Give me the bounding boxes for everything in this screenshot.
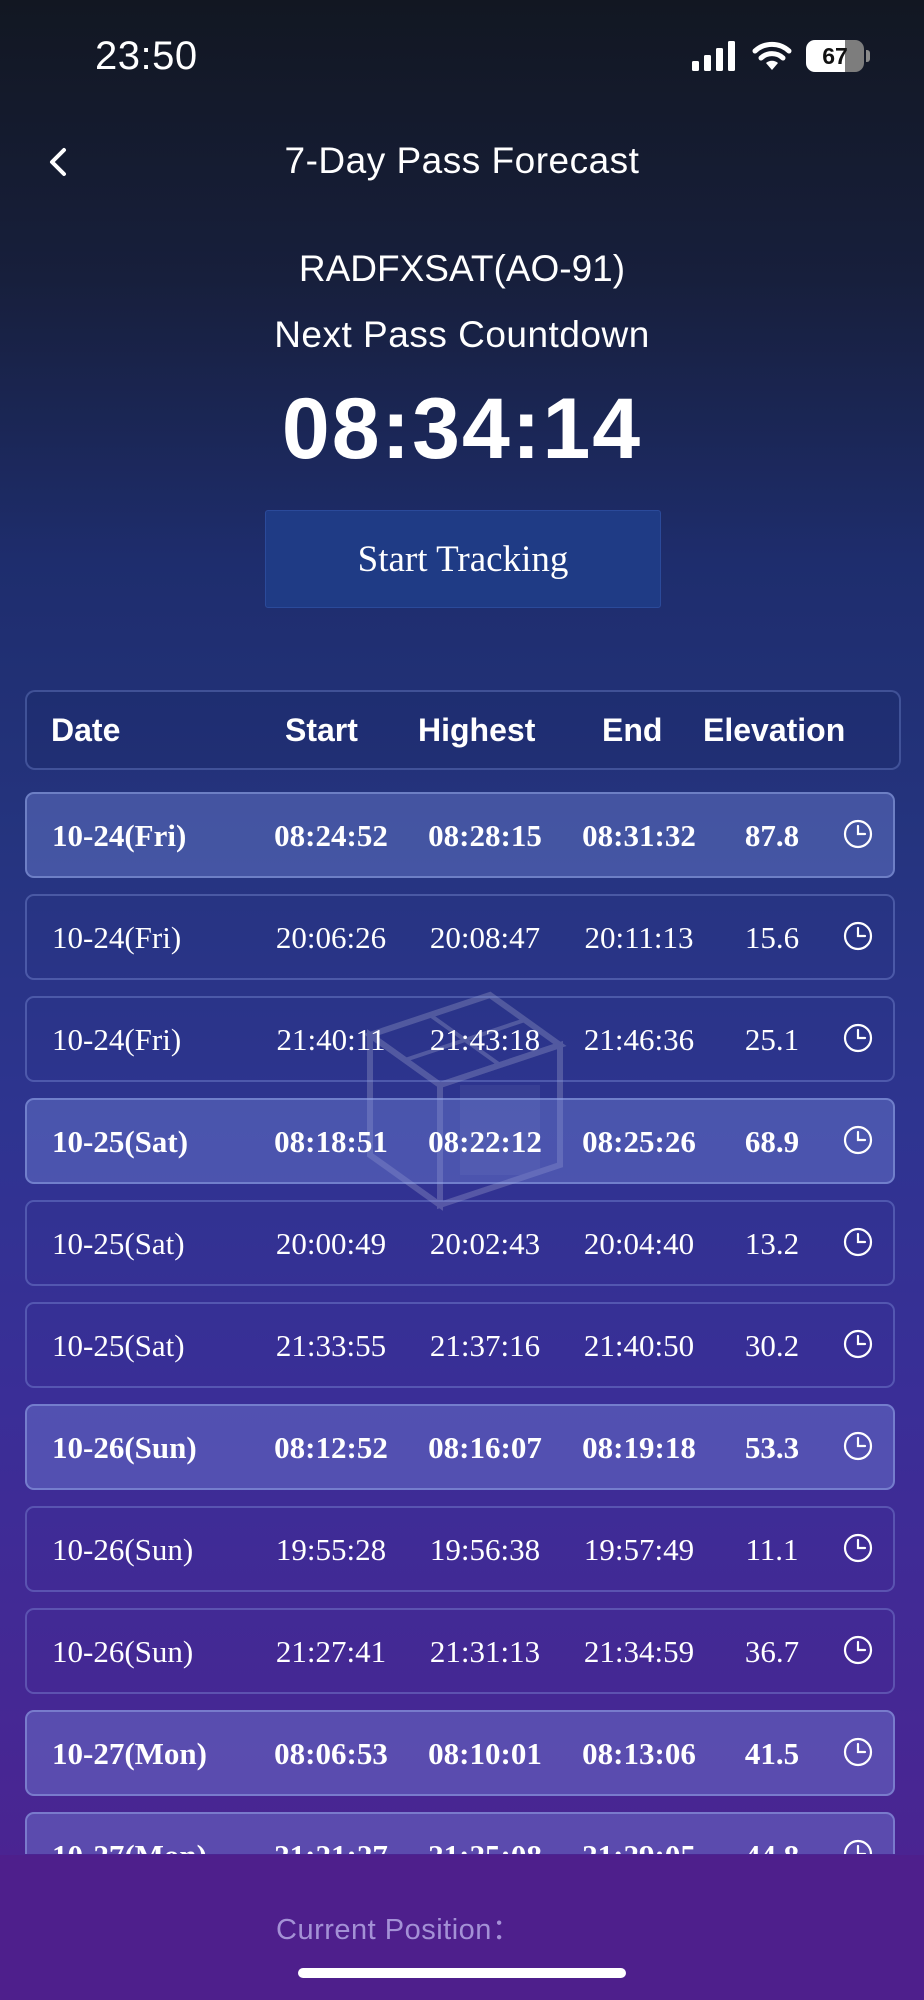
pass-start-time: 19:55:28: [275, 1532, 387, 1567]
pass-start-time: 08:18:51: [274, 1124, 388, 1159]
pass-start-time: 21:40:11: [276, 1022, 386, 1057]
pass-highest-time: 19:56:38: [429, 1532, 541, 1567]
pass-date: 10-25(Sat): [52, 1226, 185, 1261]
pass-start-time: 21:27:41: [275, 1634, 387, 1669]
clock-icon[interactable]: [842, 818, 874, 850]
satellite-name: RADFXSAT(AO-91): [298, 248, 626, 289]
pass-elevation: 36.7: [744, 1634, 800, 1669]
table-row[interactable]: 10-26(Sun) 21:27:41 21:31:13 21:34:59 36.7: [25, 1608, 895, 1694]
clock-icon[interactable]: [842, 1124, 874, 1156]
pass-end-time: 21:46:36: [583, 1022, 695, 1057]
pass-list: 10-24(Fri) 08:24:52 08:28:15 08:31:32 87.8 10…: [25, 792, 899, 1854]
countdown-label: Next Pass Countdown: [274, 314, 650, 355]
pass-end-time: 08:25:26: [582, 1124, 696, 1159]
pass-date: 10-24(Fri): [52, 818, 187, 853]
column-header-elevation: Elevation: [703, 712, 846, 748]
pass-highest-time: 08:28:15: [428, 818, 542, 853]
pass-date: 10-25(Sat): [52, 1328, 185, 1363]
clock-icon[interactable]: [842, 1532, 874, 1564]
pass-start-time: 21:21:27: [266, 1838, 396, 1854]
column-header-end: End: [602, 712, 663, 748]
pass-end-time: 20:11:13: [584, 920, 694, 955]
pass-highest-time: 20:08:47: [429, 920, 541, 955]
column-header-highest: Highest: [418, 712, 536, 748]
pass-date: 10-26(Sun): [52, 1634, 194, 1669]
clock-icon[interactable]: [842, 1022, 874, 1054]
pass-elevation: 15.6: [744, 920, 800, 955]
home-indicator[interactable]: [298, 1968, 626, 1978]
pass-highest-time: 21:31:13: [429, 1634, 541, 1669]
pass-date: 10-26(Sun): [52, 1430, 197, 1465]
table-row[interactable]: 10-26(Sun) 08:12:52 08:16:07 08:19:18 53.3: [25, 1404, 895, 1490]
pass-elevation: 13.2: [744, 1226, 800, 1261]
signal-icon: [692, 41, 735, 71]
table-row[interactable]: 10-24(Fri) 20:06:26 20:08:47 20:11:13 15.6: [25, 894, 895, 980]
pass-highest-time: 21:37:16: [429, 1328, 541, 1363]
clock-icon[interactable]: [842, 1838, 874, 1854]
table-row[interactable]: 10-25(Sat) 08:18:51 08:22:12 08:25:26 68.9: [25, 1098, 895, 1184]
table-row[interactable]: 10-27(Mon) 21:21:27 21:25:08 21:29:05 44.8: [25, 1812, 895, 1854]
page-title: 7-Day Pass Forecast: [284, 140, 640, 181]
pass-elevation: 30.2: [744, 1328, 800, 1363]
pass-date: 10-25(Sat): [52, 1124, 189, 1159]
pass-start-time: 20:00:49: [275, 1226, 387, 1261]
table-row[interactable]: 10-24(Fri) 08:24:52 08:28:15 08:31:32 87.8: [25, 792, 895, 878]
pass-date: 10-24(Fri): [52, 1022, 182, 1057]
countdown-timer: 08:34:14: [281, 381, 643, 477]
table-row[interactable]: 10-27(Mon) 08:06:53 08:10:01 08:13:06 41.5: [25, 1710, 895, 1796]
table-row[interactable]: 10-26(Sun) 19:55:28 19:56:38 19:57:49 11.1: [25, 1506, 895, 1592]
pass-elevation: 44.8: [737, 1838, 807, 1854]
pass-date: 10-24(Fri): [52, 920, 182, 955]
current-position-label: Current Position：: [276, 1914, 522, 1946]
pass-elevation: 41.5: [744, 1736, 800, 1771]
pass-highest-time: 08:10:01: [428, 1736, 542, 1771]
status-time: 23:50: [95, 34, 198, 78]
pass-highest-time: 20:02:43: [429, 1226, 541, 1261]
pass-highest-time: 21:43:18: [429, 1022, 541, 1057]
table-row[interactable]: 10-25(Sat) 21:33:55 21:37:16 21:40:50 30.2: [25, 1302, 895, 1388]
pass-end-time: 08:13:06: [582, 1736, 696, 1771]
battery-level: 67: [822, 42, 848, 69]
pass-date: 10-27(Mon): [52, 1838, 207, 1854]
pass-start-time: 08:24:52: [274, 818, 388, 853]
pass-highest-time: 21:25:08: [420, 1838, 550, 1854]
pass-end-time: 20:04:40: [583, 1226, 695, 1261]
pass-end-time: 08:31:32: [582, 818, 696, 853]
pass-elevation: 53.3: [744, 1430, 800, 1465]
clock-icon[interactable]: [842, 1736, 874, 1768]
pass-start-time: 08:12:52: [274, 1430, 388, 1465]
pass-start-time: 20:06:26: [275, 920, 387, 955]
table-header: Date Start Highest End Elevation: [25, 690, 901, 770]
pass-end-time: 19:57:49: [583, 1532, 695, 1567]
clock-icon[interactable]: [842, 1634, 874, 1666]
clock-icon[interactable]: [842, 920, 874, 952]
pass-elevation: 25.1: [744, 1022, 800, 1057]
table-row[interactable]: 10-24(Fri) 21:40:11 21:43:18 21:46:36 25.1: [25, 996, 895, 1082]
pass-end-time: 21:40:50: [583, 1328, 695, 1363]
wifi-icon: [752, 41, 792, 70]
pass-elevation: 11.1: [745, 1532, 799, 1567]
start-tracking-button[interactable]: Start Tracking: [265, 510, 661, 608]
status-icons: 67: [692, 40, 870, 72]
pass-end-time: 21:34:59: [583, 1634, 695, 1669]
pass-elevation: 87.8: [744, 818, 800, 853]
pass-end-time: 21:29:05: [574, 1838, 704, 1854]
table-row[interactable]: 10-25(Sat) 20:00:49 20:02:43 20:04:40 13.2: [25, 1200, 895, 1286]
pass-end-time: 08:19:18: [582, 1430, 696, 1465]
pass-start-time: 08:06:53: [274, 1736, 388, 1771]
pass-date: 10-26(Sun): [52, 1532, 194, 1567]
pass-start-time: 21:33:55: [275, 1328, 387, 1363]
pass-highest-time: 08:22:12: [428, 1124, 542, 1159]
battery-icon: 67: [806, 40, 870, 72]
clock-icon[interactable]: [842, 1226, 874, 1258]
pass-highest-time: 08:16:07: [428, 1430, 542, 1465]
column-header-start: Start: [285, 712, 358, 748]
clock-icon[interactable]: [842, 1430, 874, 1462]
pass-elevation: 68.9: [744, 1124, 800, 1159]
pass-date: 10-27(Mon): [52, 1736, 207, 1771]
clock-icon[interactable]: [842, 1328, 874, 1360]
column-header-date: Date: [51, 712, 121, 748]
